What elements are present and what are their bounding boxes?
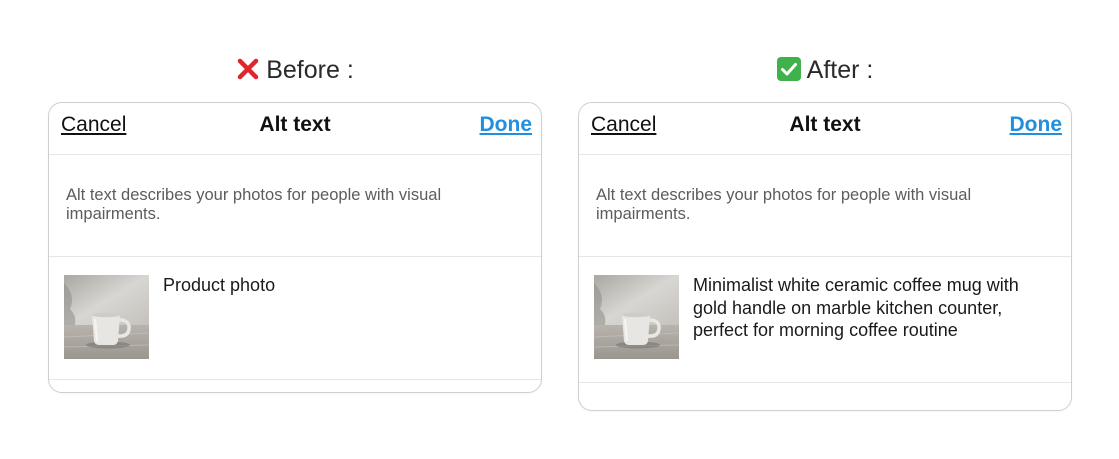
photo-thumbnail: [64, 275, 149, 359]
cancel-button[interactable]: Cancel: [61, 113, 126, 137]
alt-text-input[interactable]: Product photo: [163, 274, 527, 297]
dialog-header: Cancel Alt text Done: [579, 103, 1071, 155]
before-heading: Before :: [48, 54, 542, 86]
alt-text-input[interactable]: Minimalist white ceramic coffee mug with…: [693, 274, 1057, 342]
after-heading: After :: [578, 54, 1072, 86]
alt-text-description: Alt text describes your photos for peopl…: [49, 155, 541, 257]
after-heading-text: After :: [806, 56, 874, 84]
done-button[interactable]: Done: [480, 113, 533, 137]
alt-text-dialog: Cancel Alt text Done Alt text describes …: [578, 102, 1072, 411]
before-heading-text: Before :: [266, 56, 354, 84]
alt-text-description: Alt text describes your photos for peopl…: [579, 155, 1071, 257]
dialog-header: Cancel Alt text Done: [49, 103, 541, 155]
alt-text-entry-row: Product photo: [49, 257, 541, 380]
check-mark-icon: [776, 57, 801, 81]
photo-thumbnail: [594, 275, 679, 359]
cross-mark-icon: [236, 57, 260, 81]
alt-text-dialog: Cancel Alt text Done Alt text describes …: [48, 102, 542, 393]
cancel-button[interactable]: Cancel: [591, 113, 656, 137]
alt-text-entry-row: Minimalist white ceramic coffee mug with…: [579, 257, 1071, 383]
done-button[interactable]: Done: [1010, 113, 1063, 137]
